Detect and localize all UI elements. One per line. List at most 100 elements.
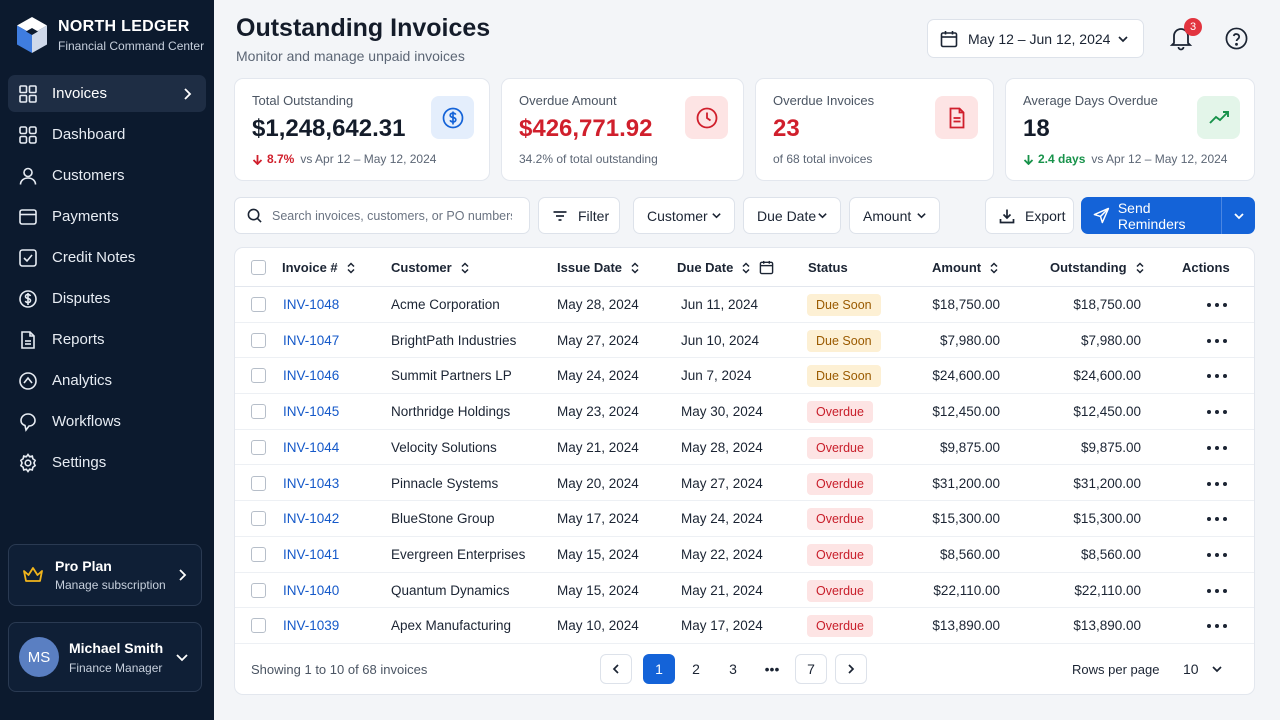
sidebar-item-workflows[interactable]: Workflows [8, 403, 206, 440]
brand[interactable]: NORTH LEDGER Financial Command Center [16, 16, 204, 54]
sidebar-item-label: Invoices [52, 85, 108, 102]
invoice-number-link[interactable]: INV-1039 [283, 618, 339, 633]
customer-name: BlueStone Group [391, 511, 495, 527]
row-actions-menu-icon[interactable] [1207, 404, 1227, 420]
invoice-number-link[interactable]: INV-1041 [283, 547, 339, 562]
kpi-total-outstanding: Total Outstanding $1,248,642.31 8.7% vs … [234, 78, 490, 181]
invoice-number-link[interactable]: INV-1048 [283, 297, 339, 312]
row-actions-menu-icon[interactable] [1207, 547, 1227, 563]
sidebar-item-disputes[interactable]: Disputes [8, 280, 206, 317]
row-checkbox[interactable] [251, 618, 266, 634]
select-all-checkbox[interactable] [251, 260, 266, 275]
kpi-compare: vs Apr 12 – May 12, 2024 [1091, 152, 1228, 166]
row-checkbox[interactable] [251, 511, 266, 527]
table-row[interactable]: INV-1041 Evergreen Enterprises May 15, 202… [235, 537, 1254, 573]
pagination-page-7[interactable]: 7 [795, 654, 827, 684]
row-checkbox[interactable] [251, 332, 266, 348]
table-row[interactable]: INV-1045 Northridge Holdings May 23, 2024 M… [235, 394, 1254, 430]
search-box[interactable] [234, 197, 530, 234]
help-icon[interactable] [1225, 27, 1248, 50]
sidebar-item-analytics[interactable]: Analytics [8, 362, 206, 399]
row-checkbox[interactable] [251, 439, 266, 455]
row-actions-menu-icon[interactable] [1207, 583, 1227, 599]
invoice-number-link[interactable]: INV-1045 [283, 404, 339, 419]
table-row[interactable]: INV-1048 Acme Corporation May 28, 2024 Jun … [235, 287, 1254, 323]
table-row[interactable]: INV-1044 Velocity Solutions May 21, 2024 Ma… [235, 430, 1254, 466]
pro-plan-card[interactable]: Pro Plan Manage subscription [8, 544, 202, 606]
send-reminders-menu-toggle[interactable] [1222, 197, 1255, 234]
sidebar-item-reports[interactable]: Reports [8, 321, 206, 358]
column-header-outstanding[interactable]: Outstanding [1050, 260, 1145, 275]
sidebar-item-label: Reports [52, 331, 105, 348]
chevron-down-icon [712, 213, 721, 219]
sidebar-item-settings[interactable]: Settings [8, 444, 206, 481]
sidebar-item-invoices[interactable]: Invoices [8, 75, 206, 112]
pagination-page-1[interactable]: 1 [643, 654, 675, 684]
sidebar-item-payments[interactable]: Payments [8, 198, 206, 235]
sort-icon [742, 261, 750, 274]
column-header-amount[interactable]: Amount [932, 260, 999, 275]
date-range-label: May 12 – Jun 12, 2024 [968, 30, 1111, 47]
column-header-issue-date[interactable]: Issue Date [557, 260, 640, 275]
row-checkbox[interactable] [251, 475, 266, 491]
invoice-number-link[interactable]: INV-1043 [283, 476, 339, 491]
invoice-number-link[interactable]: INV-1046 [283, 368, 339, 383]
filter-icon [553, 210, 567, 221]
row-actions-menu-icon[interactable] [1207, 440, 1227, 456]
date-range-picker[interactable]: May 12 – Jun 12, 2024 [927, 19, 1144, 58]
row-actions-menu-icon[interactable] [1207, 476, 1227, 492]
column-header-status[interactable]: Status [808, 260, 848, 275]
pagination-page-2[interactable]: 2 [680, 654, 712, 684]
rows-per-page-select[interactable]: 10 [1171, 654, 1233, 684]
column-header-invoice[interactable]: Invoice # [282, 260, 356, 275]
pagination-prev-button[interactable] [600, 654, 632, 684]
row-actions-menu-icon[interactable] [1207, 511, 1227, 527]
column-header-customer[interactable]: Customer [391, 260, 470, 275]
export-button[interactable]: Export [985, 197, 1074, 234]
table-row[interactable]: INV-1042 BlueStone Group May 17, 2024 May 2… [235, 501, 1254, 537]
customer-name: Pinnacle Systems [391, 475, 499, 491]
row-actions-menu-icon[interactable] [1207, 618, 1227, 634]
document-icon [21, 330, 35, 349]
table-row[interactable]: INV-1040 Quantum Dynamics May 15, 2024 May … [235, 573, 1254, 609]
column-header-due-date[interactable]: Due Date [677, 260, 774, 275]
kpi-label: Overdue Amount [519, 93, 617, 108]
invoice-number-link[interactable]: INV-1040 [283, 583, 339, 598]
export-label: Export [1025, 207, 1066, 224]
pagination-next-button[interactable] [835, 654, 867, 684]
pagination-page-3[interactable]: 3 [717, 654, 749, 684]
table-row[interactable]: INV-1047 BrightPath Industries May 27, 202… [235, 323, 1254, 359]
sidebar-item-dashboard[interactable]: Dashboard [8, 116, 206, 153]
filter-button[interactable]: Filter [538, 197, 620, 234]
due-date-dropdown[interactable]: Due Date [743, 197, 841, 234]
sidebar-item-customers[interactable]: Customers [8, 157, 206, 194]
row-actions-menu-icon[interactable] [1207, 297, 1227, 313]
flow-icon [20, 412, 36, 432]
amount-dropdown[interactable]: Amount [849, 197, 940, 234]
row-checkbox[interactable] [251, 297, 266, 312]
row-checkbox[interactable] [251, 582, 266, 598]
row-actions-menu-icon[interactable] [1207, 333, 1227, 349]
sidebar-item-credit-notes[interactable]: Credit Notes [8, 239, 206, 276]
table-row[interactable]: INV-1046 Summit Partners LP May 24, 2024 Ju… [235, 358, 1254, 395]
table-row[interactable]: INV-1043 Pinnacle Systems May 20, 2024 May … [235, 466, 1254, 502]
column-label: Outstanding [1050, 260, 1127, 275]
row-actions-menu-icon[interactable] [1207, 368, 1227, 384]
invoice-number-link[interactable]: INV-1042 [283, 511, 339, 526]
invoice-number-link[interactable]: INV-1044 [283, 440, 339, 455]
user-profile[interactable]: MS Michael Smith Finance Manager [8, 622, 202, 692]
sidebar-nav: Invoices Dashboard Customers Payments Cr… [8, 75, 206, 485]
send-reminders-button[interactable]: Send Reminders [1081, 197, 1222, 234]
row-checkbox[interactable] [251, 368, 266, 384]
row-checkbox[interactable] [251, 404, 266, 420]
row-checkbox[interactable] [251, 546, 266, 562]
crown-icon [23, 567, 43, 582]
chevron-down-icon [1233, 212, 1244, 219]
brand-name: NORTH LEDGER [58, 17, 190, 35]
invoices-table: Invoice # Customer Issue Date Due Date S… [234, 247, 1255, 695]
search-input[interactable] [272, 208, 512, 223]
kpi-label: Average Days Overdue [1023, 93, 1158, 108]
invoice-number-link[interactable]: INV-1047 [283, 333, 339, 348]
table-row[interactable]: INV-1039 Apex Manufacturing May 10, 2024 Ma… [235, 608, 1254, 644]
customer-dropdown[interactable]: Customer [633, 197, 735, 234]
